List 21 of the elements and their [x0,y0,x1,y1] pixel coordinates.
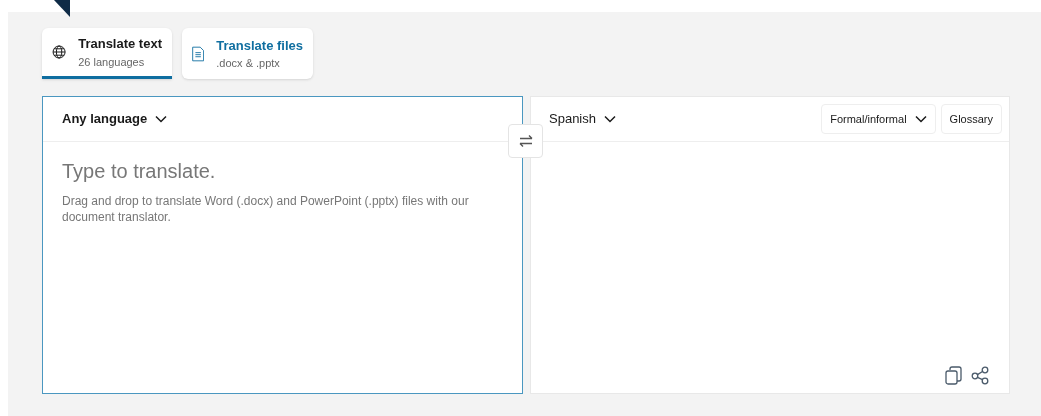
mode-tab[interactable]: Translate files .docx & .pptx [182,28,313,79]
source-text-field[interactable]: Type to translate. [62,156,502,184]
drag-drop-hint: Drag and drop to translate Word (.docx) and PowerPoint (.pptx) files with our document translator. [62,193,470,225]
tab-title: Translate files [216,36,303,55]
globe-icon [52,42,67,62]
formality-select[interactable]: Formal/informal [821,104,936,134]
mode-tab[interactable]: Translate text 26 languages [42,28,172,79]
glossary-button[interactable]: Glossary [940,104,1002,134]
swap-icon [518,134,533,148]
target-language-select[interactable]: Spanish [549,109,616,129]
copy-icon[interactable] [945,366,963,385]
chevron-down-icon [604,115,616,123]
tab-subtitle: .docx & .pptx [216,56,281,71]
swap-languages-button[interactable] [508,124,543,158]
chevron-down-icon [914,115,927,123]
source-language-select[interactable]: Any language [62,109,168,129]
tab-subtitle: 26 languages [78,54,146,70]
chevron-down-icon [155,115,168,123]
share-icon[interactable] [971,366,989,385]
tab-title: Translate text [78,35,162,53]
logo-corner-icon [54,0,70,17]
